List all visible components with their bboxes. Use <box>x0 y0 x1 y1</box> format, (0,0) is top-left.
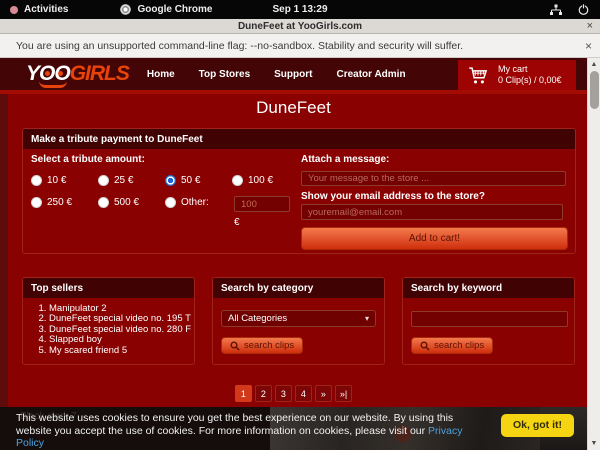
page-title: DuneFeet <box>0 98 587 118</box>
keyword-search-header: Search by keyword <box>403 278 574 298</box>
scroll-down-icon[interactable]: ▼ <box>588 440 600 447</box>
keyword-search-panel: Search by keyword search clips <box>402 277 575 365</box>
main-nav: Home Top Stores Support Creator Admin <box>147 69 406 80</box>
page-left-edge <box>0 94 8 407</box>
euro-sign: € <box>234 217 240 228</box>
top-sellers-header: Top sellers <box>23 278 194 298</box>
top-seller-item[interactable]: My scared friend 5 <box>49 346 194 356</box>
cookie-accept-button[interactable]: Ok, got it! <box>501 414 574 437</box>
cookie-message-text: This website uses cookies to ensure you … <box>16 412 453 437</box>
radio-10[interactable]: 10 € <box>31 175 98 186</box>
network-icon <box>549 4 563 16</box>
clock[interactable]: Sep 1 13:29 <box>0 4 600 15</box>
window-title: DuneFeet at YooGirls.com <box>238 21 362 32</box>
infobar-message: You are using an unsupported command-lin… <box>16 40 463 52</box>
power-icon <box>577 3 590 16</box>
logo-smile-icon <box>39 81 67 88</box>
logo-eye-icon <box>45 71 50 76</box>
header-divider <box>0 90 587 94</box>
amount-label: Select a tribute amount: <box>31 154 145 165</box>
nav-item-home[interactable]: Home <box>147 69 175 80</box>
radio-50[interactable]: 50 € <box>165 175 232 186</box>
message-input[interactable] <box>301 171 566 186</box>
category-select[interactable]: All Categories ▾ <box>221 310 376 327</box>
category-search-header: Search by category <box>213 278 384 298</box>
cart-icon <box>466 64 490 86</box>
radio-label: Other: <box>181 197 209 208</box>
cookie-message: This website uses cookies to ensure you … <box>16 412 488 450</box>
screen: Activities Google Chrome Sep 1 13:29 Dun… <box>0 0 600 450</box>
keyword-search-button[interactable]: search clips <box>411 337 493 354</box>
page-button-next[interactable]: » <box>315 385 332 402</box>
window-close-icon[interactable]: × <box>587 19 593 34</box>
system-tray[interactable] <box>549 0 590 19</box>
site-header: YOOGIRLS Home Top Stores Support Creator… <box>0 58 587 90</box>
radio-checked-icon <box>165 175 176 186</box>
search-icon <box>230 341 240 351</box>
top-sellers-list: Manipulator 2 DuneFeet special video no.… <box>49 304 194 356</box>
page-button-2[interactable]: 2 <box>255 385 272 402</box>
radio-label: 50 € <box>181 175 200 186</box>
chevron-down-icon: ▾ <box>365 314 369 323</box>
radio-label: 100 € <box>248 175 273 186</box>
pagination: 1 2 3 4 » »| <box>0 385 587 402</box>
top-sellers-panel: Top sellers Manipulator 2 DuneFeet speci… <box>22 277 195 365</box>
radio-icon <box>31 175 42 186</box>
radio-icon <box>165 197 176 208</box>
radio-250[interactable]: 250 € <box>31 197 98 208</box>
chrome-infobar: You are using an unsupported command-lin… <box>0 34 600 58</box>
category-search-button[interactable]: search clips <box>221 337 303 354</box>
desktop-top-bar: Activities Google Chrome Sep 1 13:29 <box>0 0 600 19</box>
page-content: YOOGIRLS Home Top Stores Support Creator… <box>0 58 587 450</box>
cookie-banner: This website uses cookies to ensure you … <box>0 407 587 450</box>
keyword-input[interactable] <box>411 311 568 327</box>
search-button-label: search clips <box>244 340 294 351</box>
radio-label: 10 € <box>47 175 66 186</box>
page-button-1[interactable]: 1 <box>235 385 252 402</box>
cart-summary: My cart 0 Clip(s) / 0,00€ <box>498 64 562 86</box>
scrollbar-thumb[interactable] <box>590 71 599 109</box>
category-selected-option: All Categories <box>228 313 287 324</box>
add-to-cart-button[interactable]: Add to cart! <box>301 227 568 250</box>
cart-count: 0 Clip(s) / 0,00€ <box>498 75 562 85</box>
radio-icon <box>98 175 109 186</box>
radio-25[interactable]: 25 € <box>98 175 165 186</box>
logo-eye-icon <box>58 71 63 76</box>
nav-item-creator-admin[interactable]: Creator Admin <box>336 69 405 80</box>
nav-item-top-stores[interactable]: Top Stores <box>199 69 250 80</box>
page-button-last[interactable]: »| <box>335 385 352 402</box>
radio-100[interactable]: 100 € <box>232 175 299 186</box>
browser-viewport: YOOGIRLS Home Top Stores Support Creator… <box>0 58 600 450</box>
radio-500[interactable]: 500 € <box>98 197 165 208</box>
logo-text-girls: GIRLS <box>70 62 129 85</box>
category-search-panel: Search by category All Categories ▾ sear… <box>212 277 385 365</box>
radio-icon <box>31 197 42 208</box>
radio-other[interactable]: Other: <box>165 197 232 208</box>
bottom-panels: Top sellers Manipulator 2 DuneFeet speci… <box>22 277 575 365</box>
tribute-panel-header: Make a tribute payment to DuneFeet <box>23 129 575 149</box>
scrollbar[interactable]: ▲ ▼ <box>587 58 600 450</box>
message-label: Attach a message: <box>301 154 389 165</box>
page-button-3[interactable]: 3 <box>275 385 292 402</box>
radio-label: 25 € <box>114 175 133 186</box>
email-input[interactable] <box>301 204 563 220</box>
radio-label: 250 € <box>47 197 72 208</box>
site-logo[interactable]: YOOGIRLS <box>26 62 129 86</box>
search-button-label: search clips <box>434 340 484 351</box>
page-button-4[interactable]: 4 <box>295 385 312 402</box>
other-amount-input[interactable] <box>234 196 290 212</box>
window-title-bar: DuneFeet at YooGirls.com × <box>0 19 600 34</box>
my-cart-button[interactable]: My cart 0 Clip(s) / 0,00€ <box>458 60 576 90</box>
radio-icon <box>98 197 109 208</box>
scroll-up-icon[interactable]: ▲ <box>588 61 600 68</box>
cookie-zone: Black clerk 7 This website uses cookies … <box>0 407 587 450</box>
cart-title: My cart <box>498 64 528 74</box>
search-icon <box>420 341 430 351</box>
nav-item-support[interactable]: Support <box>274 69 312 80</box>
radio-icon <box>232 175 243 186</box>
infobar-close-icon[interactable]: × <box>585 39 592 53</box>
radio-label: 500 € <box>114 197 139 208</box>
tribute-panel: Make a tribute payment to DuneFeet Selec… <box>22 128 576 254</box>
email-label: Show your email address to the store? <box>301 191 485 202</box>
